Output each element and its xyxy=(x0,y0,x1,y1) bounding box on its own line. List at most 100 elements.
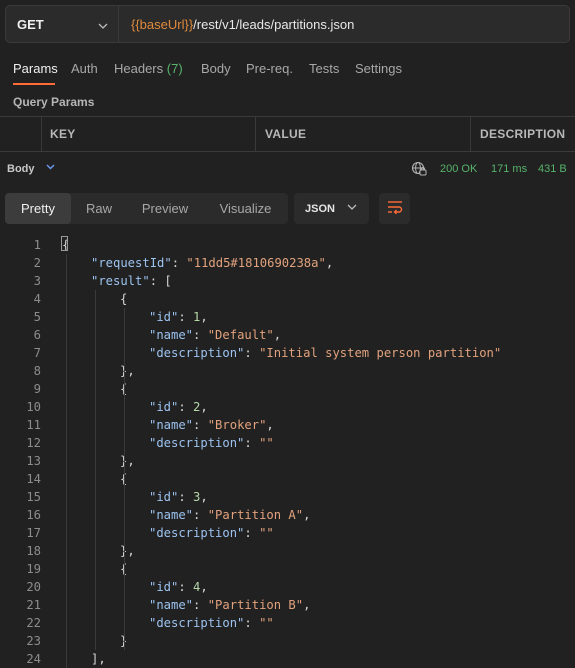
code-line: 16 "name": "Partition A", xyxy=(0,506,575,524)
url-variable: {{baseUrl}} xyxy=(131,16,194,32)
code-token: "description" xyxy=(149,526,245,540)
code-text: { xyxy=(120,290,127,308)
column-divider xyxy=(41,117,42,151)
query-params-title: Query Params xyxy=(13,95,95,109)
format-select[interactable]: JSON xyxy=(294,193,369,224)
code-line: 14{ xyxy=(0,470,575,488)
tab-pre-request[interactable]: Pre-req. xyxy=(246,61,293,76)
column-header-key: KEY xyxy=(50,127,76,141)
tab-params[interactable]: Params xyxy=(13,61,58,76)
view-visualize-button[interactable]: Visualize xyxy=(203,193,288,224)
line-number: 14 xyxy=(26,472,41,486)
line-number: 15 xyxy=(26,490,41,504)
code-token: : xyxy=(193,598,208,612)
code-token: , xyxy=(273,328,282,342)
code-text: }, xyxy=(120,362,135,380)
tab-headers[interactable]: Headers (7) xyxy=(114,61,183,76)
view-pretty-button[interactable]: Pretty xyxy=(5,193,71,224)
chevron-down-icon[interactable] xyxy=(46,162,55,173)
code-text: "result": [ xyxy=(91,272,172,290)
indent-guide xyxy=(66,254,67,668)
code-text: "id": 1, xyxy=(149,308,208,326)
tab-tests[interactable]: Tests xyxy=(309,61,339,76)
line-number: 24 xyxy=(26,652,41,666)
line-number: 3 xyxy=(33,274,41,288)
code-line: 7 "description": "Initial system person p… xyxy=(0,344,575,362)
code-text: "name": "Default", xyxy=(149,326,281,344)
line-number: 2 xyxy=(33,256,41,270)
line-number: 16 xyxy=(26,508,41,522)
indent-guide xyxy=(95,290,96,650)
tab-headers-label: Headers xyxy=(114,61,164,76)
code-text: "name": "Broker", xyxy=(149,416,274,434)
code-token: "id" xyxy=(149,580,179,594)
code-token: , xyxy=(266,418,274,432)
line-number: 22 xyxy=(26,616,41,630)
chevron-down-icon xyxy=(347,201,357,213)
response-size[interactable]: 431 B xyxy=(538,163,567,175)
code-token: "name" xyxy=(149,598,194,612)
line-number: 8 xyxy=(33,364,41,378)
code-text: "name": "Partition A", xyxy=(149,506,310,524)
code-token: "requestId" xyxy=(91,256,172,270)
code-line: 3 "result": [ xyxy=(0,272,575,290)
code-token: : xyxy=(244,616,260,630)
code-text: }, xyxy=(120,452,135,470)
tab-settings[interactable]: Settings xyxy=(355,61,402,76)
code-text: }, xyxy=(120,542,135,560)
code-token: : xyxy=(244,436,260,450)
code-line: 21 "name": "Partition B", xyxy=(0,596,575,614)
code-line: 4{ xyxy=(0,290,575,308)
wrap-lines-icon xyxy=(387,200,403,217)
code-line: 10 "id": 2, xyxy=(0,398,575,416)
code-line: 2 "requestId": "11dd5#1810690238a", xyxy=(0,254,575,272)
code-token: , xyxy=(303,508,311,522)
code-token: , xyxy=(325,256,334,270)
code-line: 22 "description": "" xyxy=(0,614,575,632)
code-token: "result" xyxy=(91,274,150,288)
code-line: 18}, xyxy=(0,542,575,560)
wrap-lines-button[interactable] xyxy=(379,193,410,224)
code-text: "requestId": "11dd5#1810690238a", xyxy=(91,254,333,272)
code-token: : xyxy=(178,310,194,324)
code-line: 5 "id": 1, xyxy=(0,308,575,326)
code-token: , xyxy=(303,598,311,612)
column-divider xyxy=(255,117,256,151)
globe-icon[interactable] xyxy=(411,161,427,177)
code-line: 13}, xyxy=(0,452,575,470)
code-token: "description" xyxy=(149,436,245,450)
tab-body[interactable]: Body xyxy=(201,61,231,76)
response-body-label[interactable]: Body xyxy=(7,163,35,175)
response-body-viewer[interactable]: 1{ 2 "requestId": "11dd5#1810690238a", 3 "re… xyxy=(0,236,575,668)
chevron-down-icon xyxy=(98,17,108,32)
method-select[interactable]: GET xyxy=(5,5,119,43)
code-text: "description": "" xyxy=(149,434,274,452)
url-input[interactable]: {{baseUrl}}/rest/v1/leads/partitions.jso… xyxy=(119,5,570,43)
code-token: , xyxy=(200,310,208,324)
request-tabs: Params Auth Headers (7) Body Pre-req. Te… xyxy=(0,56,575,86)
code-line: 6 "name": "Default", xyxy=(0,326,575,344)
code-token: "id" xyxy=(149,400,179,414)
view-preview-button[interactable]: Preview xyxy=(127,193,203,224)
tab-auth[interactable]: Auth xyxy=(71,61,98,76)
code-token: : xyxy=(244,526,260,540)
status-code[interactable]: 200 OK xyxy=(440,163,477,175)
code-token: "" xyxy=(259,436,274,450)
response-time[interactable]: 171 ms xyxy=(491,163,527,175)
code-line: 23} xyxy=(0,632,575,650)
code-token: }, xyxy=(120,454,135,468)
view-raw-button[interactable]: Raw xyxy=(71,193,127,224)
code-token: ], xyxy=(91,652,106,666)
code-token: : xyxy=(178,490,194,504)
code-line: 12 "description": "" xyxy=(0,434,575,452)
line-number: 6 xyxy=(33,328,41,342)
line-number: 18 xyxy=(26,544,41,558)
active-tab-indicator xyxy=(13,83,55,85)
column-header-description: DESCRIPTION xyxy=(480,127,566,141)
url-path: /rest/v1/leads/partitions.json xyxy=(193,16,355,32)
request-bar: GET {{baseUrl}}/rest/v1/leads/partitions… xyxy=(5,5,570,43)
code-line: 1{ xyxy=(0,236,575,254)
line-number: 9 xyxy=(33,382,41,396)
code-token: "Partition B" xyxy=(207,598,304,612)
code-token: "Partition A" xyxy=(207,508,304,522)
